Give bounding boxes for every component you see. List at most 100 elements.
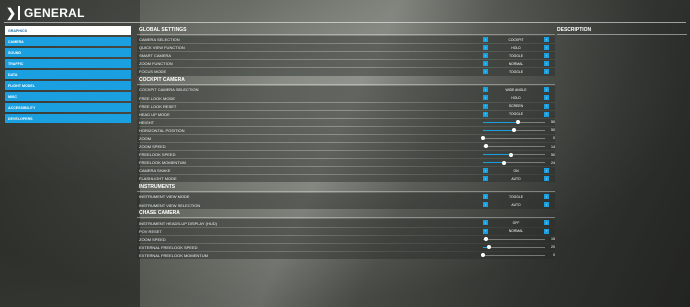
slider-knob[interactable] <box>481 253 485 258</box>
setting-row[interactable]: EXTERNAL FREELOOK SPEED 20 <box>137 243 555 251</box>
slider-knob[interactable] <box>512 128 516 133</box>
description-title: DESCRIPTION <box>557 27 592 33</box>
setting-row[interactable]: INSTRUMENT HEADS-UP DISPLAY (HUD) ‹ OFF › <box>137 219 555 227</box>
arrow-right-icon[interactable]: › <box>544 61 549 67</box>
setting-label: HORIZONTAL POSITION <box>139 127 185 133</box>
setting-row[interactable]: HEIGHT 50 <box>137 118 555 126</box>
sidebar-item-camera[interactable]: CAMERA <box>5 37 131 46</box>
setting-row[interactable]: FLASHLIGHT MODE ‹ AUTO › <box>137 175 555 183</box>
setting-row[interactable]: CAMERA SELECTION ‹ COCKPIT › <box>137 36 555 44</box>
sidebar-item-flight-model[interactable]: FLIGHT MODEL <box>5 81 131 90</box>
arrow-left-icon[interactable]: ‹ <box>483 69 488 75</box>
arrow-left-icon[interactable]: ‹ <box>483 103 488 109</box>
setting-row[interactable]: FREE LOOK MODE ‹ HOLD › <box>137 94 555 102</box>
section-divider <box>137 191 555 193</box>
arrow-left-icon[interactable]: ‹ <box>483 45 488 51</box>
slider-value: 14 <box>551 144 555 149</box>
setting-row[interactable]: HORIZONTAL POSITION 50 <box>137 126 555 134</box>
arrow-left-icon[interactable]: ‹ <box>483 168 488 174</box>
arrow-right-icon[interactable]: › <box>544 45 549 51</box>
arrow-right-icon[interactable]: › <box>544 53 549 59</box>
setting-slider[interactable] <box>483 144 545 149</box>
setting-row[interactable]: INSTRUMENT VIEW SELECTION ‹ AUTO › <box>137 201 555 209</box>
sidebar-item-misc[interactable]: MISC <box>5 92 131 101</box>
setting-slider[interactable] <box>481 253 545 258</box>
section-title: INSTRUMENTS <box>139 184 176 191</box>
arrow-right-icon[interactable]: › <box>544 176 549 182</box>
arrow-left-icon[interactable]: ‹ <box>483 202 488 208</box>
setting-slider[interactable] <box>481 136 545 141</box>
arrow-right-icon[interactable]: › <box>544 111 549 117</box>
arrow-right-icon[interactable]: › <box>544 168 549 174</box>
arrow-left-icon[interactable]: ‹ <box>483 87 488 93</box>
arrow-left-icon[interactable]: ‹ <box>483 61 488 67</box>
slider-value: 15 <box>551 237 555 242</box>
sidebar-item-sound[interactable]: SOUND <box>5 48 131 57</box>
arrow-right-icon[interactable]: › <box>544 228 549 234</box>
setting-slider[interactable] <box>483 120 545 125</box>
setting-row[interactable]: POV RESET ‹ NORMAL › <box>137 227 555 235</box>
slider-knob[interactable] <box>484 237 489 242</box>
setting-row[interactable]: ZOOM 0 <box>137 134 555 143</box>
arrow-right-icon[interactable]: › <box>544 194 549 200</box>
sidebar-item-data[interactable]: DATA <box>5 70 131 79</box>
setting-label: FREELOOK SPEED <box>139 152 176 158</box>
setting-label: ZOOM SPEED <box>139 236 166 242</box>
arrow-right-icon[interactable]: › <box>544 69 549 75</box>
slider-knob[interactable] <box>508 152 513 157</box>
arrow-left-icon[interactable]: ‹ <box>483 228 488 234</box>
setting-row[interactable]: CAMERA SHAKE ‹ ON › <box>137 167 555 175</box>
setting-row[interactable]: INSTRUMENT VIEW MODE ‹ TOGGLE › <box>137 193 555 201</box>
setting-row[interactable]: ZOOM SPEED 14 <box>137 142 555 151</box>
setting-slider[interactable] <box>483 237 545 242</box>
arrow-left-icon[interactable]: ‹ <box>483 37 488 42</box>
setting-row[interactable]: ZOOM SPEED 15 <box>137 235 555 243</box>
sidebar-item-accessibility[interactable]: ACCESSIBILITY <box>5 103 131 112</box>
setting-row[interactable]: FOCUS MODE ‹ TOGGLE › <box>137 68 555 76</box>
setting-row[interactable]: FREELOOK MOMENTUM 24 <box>137 159 555 167</box>
setting-value: HOLD <box>511 96 521 101</box>
sidebar-item-traffic[interactable]: TRAFFIC <box>5 59 131 68</box>
arrow-right-icon[interactable]: › <box>544 37 549 42</box>
setting-slider[interactable] <box>483 245 545 250</box>
arrow-right-icon[interactable]: › <box>544 103 549 109</box>
chevron-left-icon[interactable]: ❯ <box>4 6 18 20</box>
slider-knob[interactable] <box>481 136 485 141</box>
setting-value: AUTO <box>511 203 521 207</box>
arrow-left-icon[interactable]: ‹ <box>483 176 488 182</box>
arrow-left-icon[interactable]: ‹ <box>483 53 488 59</box>
description-panel: DESCRIPTION <box>557 26 687 35</box>
setting-label: HEIGHT <box>139 119 155 125</box>
sidebar-item-developers[interactable]: DEVELOPERS <box>5 114 131 123</box>
setting-row[interactable]: FREE LOOK RESET ‹ SCREEN › <box>137 102 555 110</box>
setting-row[interactable]: QUICK VIEW FUNCTION ‹ HOLD › <box>137 44 555 52</box>
setting-value: TOGGLE <box>508 53 524 58</box>
setting-row[interactable]: SMART CAMERA ‹ TOGGLE › <box>137 52 555 60</box>
setting-slider[interactable] <box>483 152 545 157</box>
setting-slider[interactable] <box>483 128 545 133</box>
setting-value: TOGGLE <box>508 194 524 199</box>
arrow-left-icon[interactable]: ‹ <box>483 220 488 226</box>
arrow-right-icon[interactable]: › <box>544 202 549 208</box>
arrow-left-icon[interactable]: ‹ <box>483 111 488 117</box>
slider-knob[interactable] <box>502 160 507 165</box>
slider-value: 0 <box>553 253 555 258</box>
setting-slider[interactable] <box>483 160 545 165</box>
arrow-right-icon[interactable]: › <box>544 95 549 101</box>
arrow-right-icon[interactable]: › <box>544 220 549 226</box>
slider-knob[interactable] <box>484 144 489 149</box>
setting-row[interactable]: FREELOOK SPEED 50 <box>137 151 555 159</box>
setting-row[interactable]: EXTERNAL FREELOOK MOMENTUM 0 <box>137 251 555 259</box>
setting-label: POV RESET <box>139 228 162 234</box>
arrow-left-icon[interactable]: ‹ <box>483 95 488 101</box>
setting-row[interactable]: ZOOM FUNCTION ‹ NORMAL › <box>137 60 555 68</box>
arrow-left-icon[interactable]: ‹ <box>483 194 488 200</box>
setting-row[interactable]: COCKPIT CAMERA SELECTION ‹ WIDE ANGLE › <box>137 86 555 94</box>
setting-label: FREE LOOK MODE <box>139 95 176 101</box>
sidebar-item-graphics[interactable]: GRAPHICS <box>5 26 131 35</box>
setting-label: SMART CAMERA <box>139 53 172 59</box>
slider-knob[interactable] <box>515 120 520 125</box>
setting-row[interactable]: HEAD UP MODE ‹ TOGGLE › <box>137 110 555 118</box>
slider-knob[interactable] <box>487 245 492 250</box>
arrow-right-icon[interactable]: › <box>544 87 549 93</box>
